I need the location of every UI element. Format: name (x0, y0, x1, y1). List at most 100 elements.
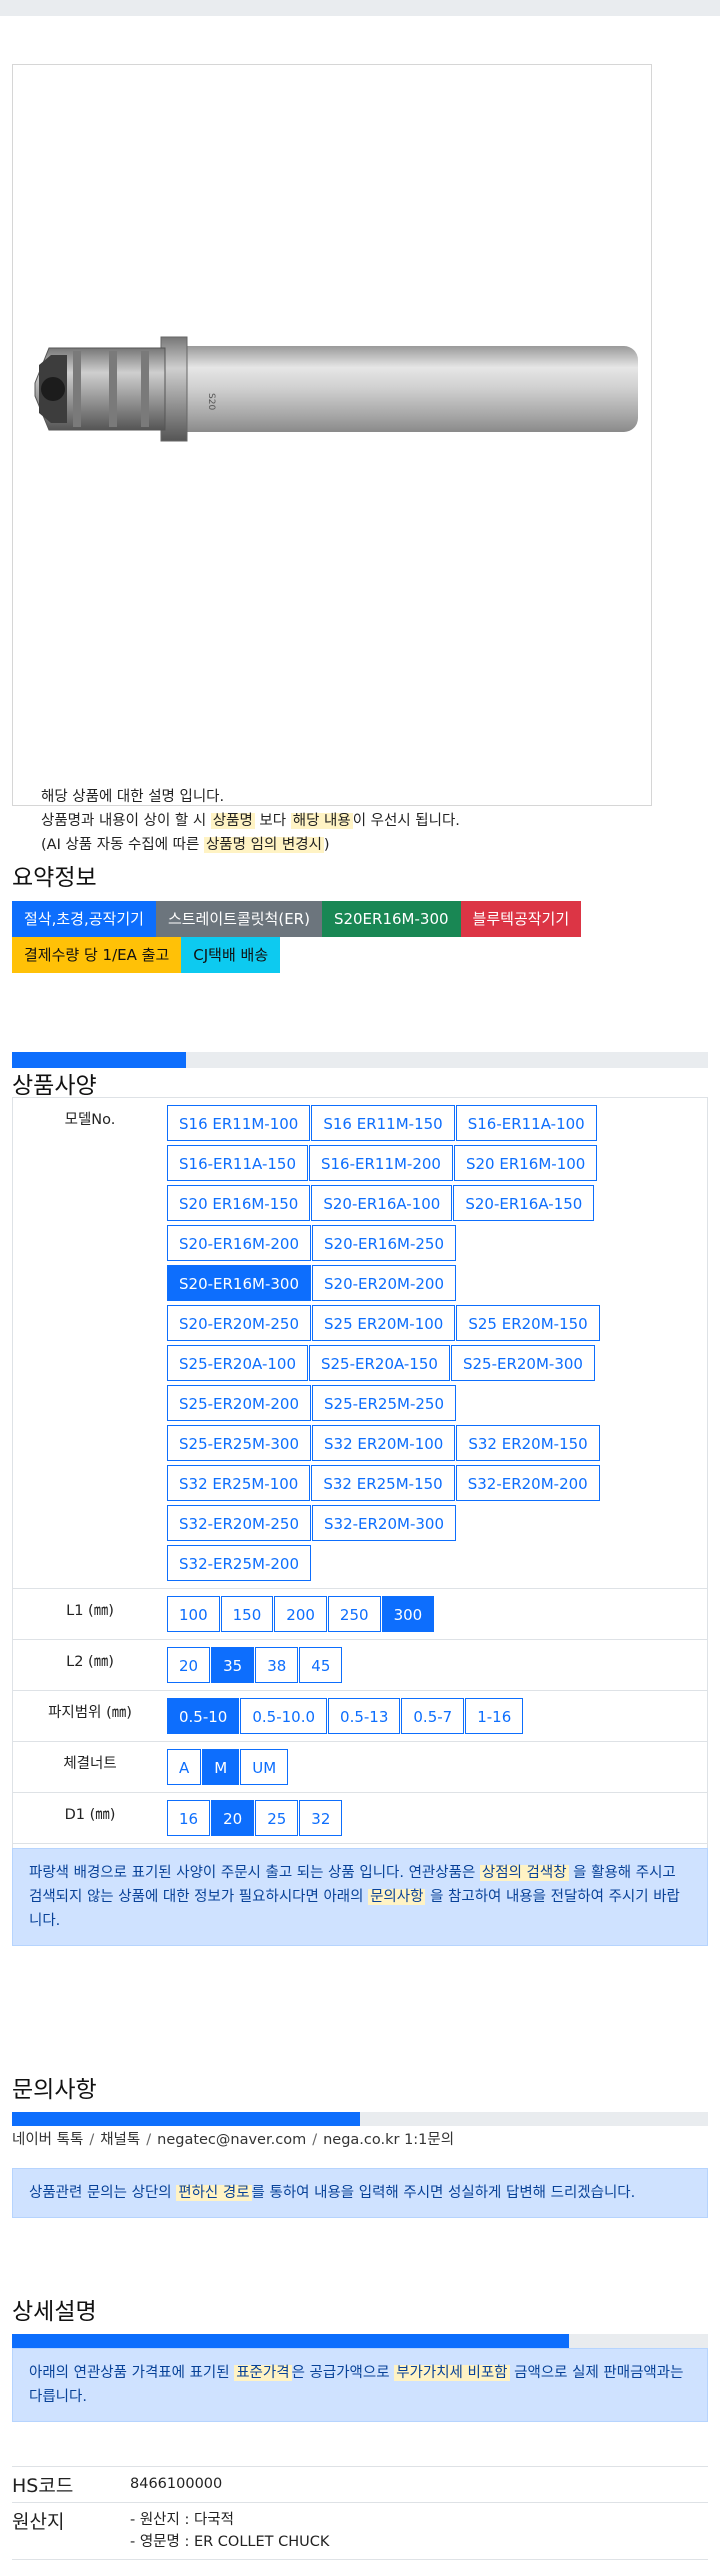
badge-shipping: CJ택배 배송 (181, 937, 281, 973)
spec-option-l2[interactable]: 38 (255, 1647, 299, 1683)
spec-label-d1: D1 (㎜) (64, 1807, 116, 1823)
spec-options-model-no: S16 ER11M-100 S16 ER11M-150 S16-ER11A-100 S… (167, 1098, 601, 1588)
spec-option-model-no[interactable]: S25-ER20A-100 (167, 1345, 308, 1381)
spec-option-model-no[interactable]: S25-ER25M-300 (167, 1425, 311, 1461)
spec-option-d1[interactable]: 20 (211, 1800, 255, 1836)
spec-row-d1: D1 (㎜) 16 20 25 32 (13, 1793, 707, 1844)
spec-options-clamp-nut: A M UM (167, 1742, 707, 1792)
spec-option-model-no[interactable]: S32 ER20M-100 (312, 1425, 456, 1461)
detail-notice: 아래의 연관상품 가격표에 표기된 표준가격 은 공급가액으로 부가가치세 비포함… (12, 2348, 708, 2422)
spec-option-model-no[interactable]: S16 ER11M-150 (311, 1105, 455, 1141)
spec-option-l2[interactable]: 35 (211, 1647, 255, 1683)
spec-table: 모델No. S16 ER11M-100 S16 ER11M-150 S16-ER11A… (12, 1097, 708, 1895)
spec-option-model-no[interactable]: S20-ER20M-200 (312, 1265, 456, 1301)
spec-option-l1[interactable]: 150 (220, 1596, 274, 1632)
spec-option-model-no[interactable]: S20 ER16M-150 (167, 1185, 311, 1221)
spec-option-grip-range[interactable]: 0.5-10.0 (240, 1698, 328, 1734)
badge-model[interactable]: S20ER16M-300 (321, 901, 461, 937)
spec-option-model-no[interactable]: S25 ER20M-150 (456, 1305, 600, 1341)
spec-option-model-no[interactable]: S32-ER20M-300 (312, 1505, 456, 1541)
spec-option-model-no[interactable]: S25-ER20A-150 (308, 1345, 450, 1381)
badge-subcategory[interactable]: 스트레이트콜릿척(ER) (155, 901, 322, 937)
spec-option-model-no[interactable]: S20-ER16A-100 (311, 1185, 453, 1221)
spec-option-model-no[interactable]: S25-ER20M-300 (450, 1345, 595, 1381)
inquiry-title: 문의사항 (12, 2077, 97, 2103)
spec-options-l2: 20 35 38 45 (167, 1640, 707, 1690)
spec-option-model-no[interactable]: S16-ER11A-100 (455, 1105, 597, 1141)
spec-option-l1[interactable]: 300 (381, 1596, 435, 1632)
spec-progress (12, 1052, 708, 1068)
spec-option-model-no[interactable]: S20 ER16M-100 (453, 1145, 598, 1181)
spec-option-model-no[interactable]: S25-ER25M-250 (312, 1385, 456, 1421)
spec-option-model-no[interactable]: S20-ER16M-300 (167, 1265, 311, 1301)
spec-option-model-no[interactable]: S32-ER20M-250 (167, 1505, 311, 1541)
spec-option-model-no[interactable]: S32-ER25M-200 (167, 1545, 311, 1581)
spec-option-grip-range[interactable]: 0.5-13 (328, 1698, 401, 1734)
spec-options-grip-range: 0.5-10 0.5-10.0 0.5-13 0.5-7 1-16 (167, 1691, 707, 1741)
top-bar (0, 0, 720, 16)
spec-label-l1: L1 (㎜) (66, 1603, 114, 1619)
origin-values: - 원산지 : 다국적 - 영문명 : ER COLLET CHUCK (130, 2503, 708, 2559)
spec-option-grip-range[interactable]: 0.5-7 (401, 1698, 465, 1734)
spec-option-l1[interactable]: 200 (274, 1596, 327, 1632)
spec-row-l1: L1 (㎜) 100 150 200 250 300 (13, 1589, 707, 1640)
spec-option-model-no[interactable]: S32 ER25M-150 (311, 1465, 455, 1501)
spec-option-d1[interactable]: 32 (299, 1800, 343, 1836)
spec-option-clamp-nut[interactable]: UM (240, 1749, 289, 1785)
product-image-box: S20 해당 상품에 대한 설명 입니다. 상품명과 내용이 상이 할 시 상품… (12, 64, 652, 853)
spec-option-l1[interactable]: 250 (327, 1596, 381, 1632)
product-image: S20 (34, 336, 638, 442)
desc-line-1: 해당 상품에 대한 설명 입니다. (41, 789, 225, 805)
desc-line-3: (AI 상품 자동 수집에 따른 상품명 임의 변경시) (41, 837, 330, 853)
summary-badges: 절삭,초경,공작기기 스트레이트콜릿척(ER) S20ER16M-300 블루텍… (12, 901, 712, 973)
spec-option-grip-range[interactable]: 1-16 (465, 1698, 524, 1734)
spec-row-model-no: 모델No. S16 ER11M-100 S16 ER11M-150 S16-ER11A… (13, 1098, 707, 1589)
origin-country: - 원산지 : 다국적 (130, 2512, 234, 2528)
detail-progress (12, 2334, 708, 2348)
badge-category[interactable]: 절삭,초경,공작기기 (12, 901, 156, 937)
spec-title: 상품사양 (12, 1073, 97, 1099)
spec-option-grip-range[interactable]: 0.5-10 (167, 1698, 240, 1734)
spec-option-d1[interactable]: 16 (167, 1800, 211, 1836)
spec-option-model-no[interactable]: S20-ER16M-200 (167, 1225, 311, 1261)
spec-label-clamp-nut: 체결너트 (63, 1756, 117, 1772)
product-description: 해당 상품에 대한 설명 입니다. 상품명과 내용이 상이 할 시 상품명 보다… (41, 785, 460, 857)
spec-option-clamp-nut[interactable]: A (167, 1749, 202, 1785)
badge-quantity: 결제수량 당 1/EA 출고 (12, 937, 182, 973)
channel-email[interactable]: negatec@naver.com (157, 2132, 306, 2148)
spec-option-model-no[interactable]: S20-ER16M-250 (312, 1225, 456, 1261)
spec-option-d1[interactable]: 25 (255, 1800, 299, 1836)
detail-title: 상세설명 (12, 2299, 97, 2325)
spec-option-model-no[interactable]: S16-ER11M-200 (308, 1145, 453, 1181)
spec-option-model-no[interactable]: S20-ER20M-250 (167, 1305, 311, 1341)
spec-option-l1[interactable]: 100 (167, 1596, 220, 1632)
channel-site-inquiry[interactable]: nega.co.kr 1:1문의 (323, 2132, 454, 2148)
spec-row-l2: L2 (㎜) 20 35 38 45 (13, 1640, 707, 1691)
spec-option-l2[interactable]: 45 (299, 1647, 343, 1683)
channel-channeltalk[interactable]: 채널톡 (100, 2132, 140, 2148)
spec-option-l2[interactable]: 20 (167, 1647, 211, 1683)
badge-brand[interactable]: 블루텍공작기기 (460, 901, 582, 937)
spec-notice: 파랑색 배경으로 표기된 사양이 주문시 출고 되는 상품 입니다. 연관상품은… (12, 1848, 708, 1946)
hs-code-value: 8466100000 (130, 2476, 223, 2492)
spec-label-model-no: 모델No. (64, 1112, 116, 1128)
spec-label-grip-range: 파지범위 (㎜) (48, 1705, 132, 1721)
origin-label: 원산지 (12, 2511, 65, 2533)
spec-option-model-no[interactable]: S32-ER20M-200 (455, 1465, 600, 1501)
spec-option-model-no[interactable]: S16-ER11A-150 (167, 1145, 308, 1181)
spec-option-model-no[interactable]: S32 ER20M-150 (456, 1425, 600, 1461)
spec-row-grip-range: 파지범위 (㎜) 0.5-10 0.5-10.0 0.5-13 0.5-7 1-16 (13, 1691, 707, 1742)
spec-option-model-no[interactable]: S32 ER25M-100 (167, 1465, 311, 1501)
channel-naver-talk[interactable]: 네이버 톡톡 (12, 2132, 83, 2148)
spec-options-d1: 16 20 25 32 (167, 1793, 707, 1843)
inquiry-channels: 네이버 톡톡 / 채널톡 / negatec@naver.com / nega.co.kr … (12, 2132, 455, 2148)
spec-option-clamp-nut[interactable]: M (202, 1749, 240, 1785)
spec-option-model-no[interactable]: S25-ER20M-200 (167, 1385, 311, 1421)
inquiry-progress (12, 2112, 708, 2126)
inquiry-notice: 상품관련 문의는 상단의 편하신 경로 를 통하여 내용을 입력해 주시면 성실하… (12, 2168, 708, 2218)
spec-option-model-no[interactable]: S16 ER11M-100 (167, 1105, 311, 1141)
svg-text:S20: S20 (206, 393, 216, 410)
desc-line-2: 상품명과 내용이 상이 할 시 상품명 보다 해당 내용 이 우선시 됩니다. (41, 813, 460, 829)
spec-option-model-no[interactable]: S20-ER16A-150 (453, 1185, 595, 1221)
spec-option-model-no[interactable]: S25 ER20M-100 (312, 1305, 456, 1341)
